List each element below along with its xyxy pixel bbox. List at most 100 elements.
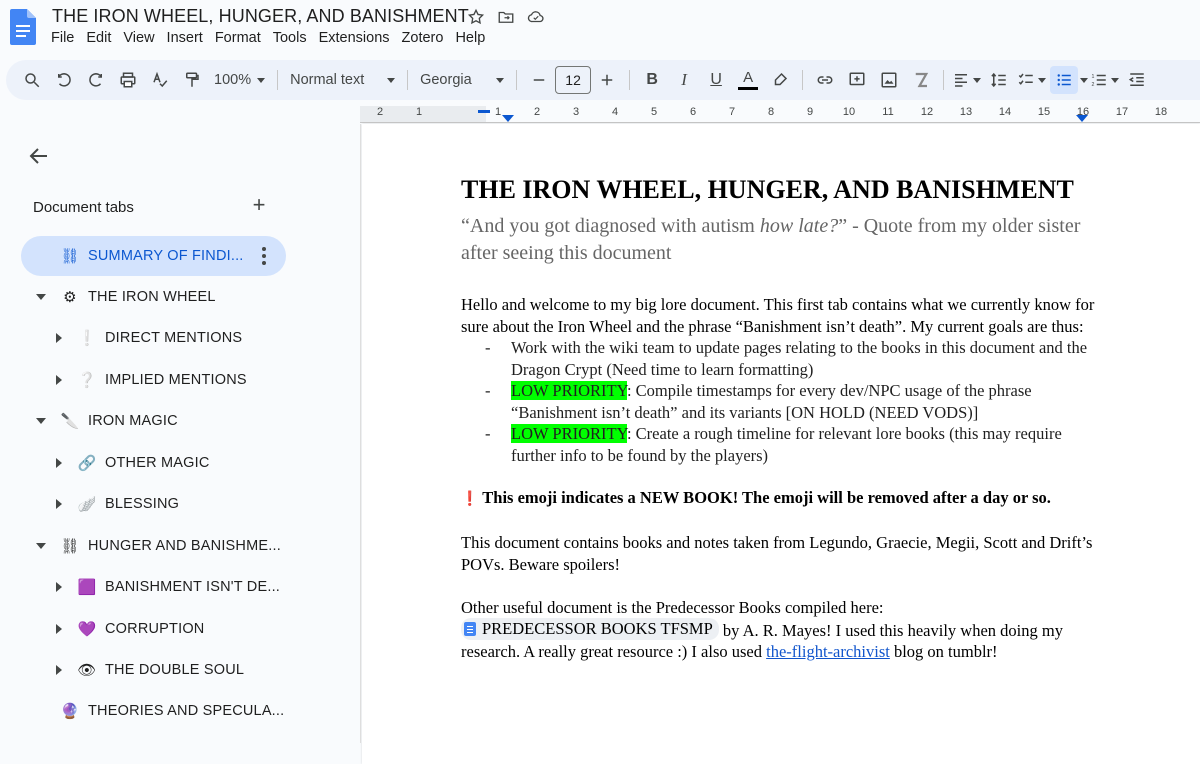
ruler-label: 6 [689, 106, 697, 118]
priority-highlight: LOW PRIORITY [511, 381, 627, 400]
toolbar-divider [277, 70, 279, 90]
sidebar-tab-item[interactable]: 👁 THE DOUBLE SOUL [0, 650, 330, 690]
search-icon[interactable] [18, 66, 46, 94]
underline-icon[interactable]: U [702, 66, 730, 94]
menu-help[interactable]: Help [449, 30, 491, 46]
chevron-right-icon[interactable] [56, 333, 62, 343]
align-icon[interactable] [952, 66, 982, 94]
font-size-input[interactable]: 12 [555, 66, 592, 94]
sidebar-tab-item[interactable]: ⚙ THE IRON WHEEL [0, 277, 330, 317]
blog-link[interactable]: the-flight-archivist [766, 642, 890, 661]
bold-icon[interactable]: B [638, 66, 666, 94]
document-heading[interactable]: THE IRON WHEEL, HUNGER, AND BANISHMENT [461, 172, 1101, 207]
spellcheck-icon[interactable] [146, 66, 174, 94]
notice-text: This emoji indicates a NEW BOOK! The emo… [482, 488, 1051, 507]
back-arrow-icon[interactable] [27, 144, 51, 168]
left-indent-handle[interactable] [502, 115, 514, 123]
redo-icon[interactable] [82, 66, 110, 94]
font-dropdown[interactable]: Georgia [414, 72, 510, 88]
smart-chip-label: PREDECESSOR BOOKS TFSMP [482, 619, 713, 638]
ruler-label: 15 [1037, 106, 1051, 118]
menu-format[interactable]: Format [209, 30, 267, 46]
sidebar-tab-item[interactable]: ⛓ SUMMARY OF FINDI... [21, 236, 286, 276]
sidebar-tab-item[interactable]: 🔮 THEORIES AND SPECULA... [0, 691, 330, 731]
print-icon[interactable] [114, 66, 142, 94]
chevron-down-icon[interactable] [36, 418, 46, 424]
menu-view[interactable]: View [117, 30, 160, 46]
menu-tools[interactable]: Tools [267, 30, 313, 46]
subtitle-text: “And you got diagnosed with autism [461, 215, 760, 237]
document-page[interactable]: THE IRON WHEEL, HUNGER, AND BANISHMENT “… [362, 124, 1200, 764]
undo-icon[interactable] [50, 66, 78, 94]
zoom-dropdown[interactable]: 100% [208, 72, 271, 88]
sidebar-tab-label: DIRECT MENTIONS [105, 330, 243, 346]
new-book-notice[interactable]: ❗ This emoji indicates a NEW BOOK! The e… [461, 487, 1101, 511]
list-item[interactable]: LOW PRIORITY: Compile timestamps for eve… [485, 380, 1101, 423]
chevron-down-icon[interactable] [36, 294, 46, 300]
document-body[interactable]: THE IRON WHEEL, HUNGER, AND BANISHMENT “… [461, 172, 1101, 663]
sidebar-tab-item[interactable]: ❕ DIRECT MENTIONS [0, 318, 330, 358]
comment-icon[interactable] [843, 66, 871, 94]
intro-paragraph[interactable]: Hello and welcome to my big lore documen… [461, 294, 1101, 337]
chevron-down-icon[interactable] [36, 543, 46, 549]
menu-extensions[interactable]: Extensions [313, 30, 396, 46]
link-icon[interactable] [811, 66, 839, 94]
tab-emoji-icon: ⚙ [63, 289, 77, 306]
document-subtitle[interactable]: “And you got diagnosed with autism how l… [461, 213, 1101, 267]
tab-emoji-icon: ⛓ [60, 248, 80, 265]
first-line-indent-handle[interactable] [478, 110, 492, 120]
chevron-right-icon[interactable] [56, 458, 62, 468]
povs-paragraph[interactable]: This document contains books and notes t… [461, 532, 1101, 575]
chevron-right-icon[interactable] [56, 375, 62, 385]
paragraph-style-value: Normal text [290, 72, 365, 88]
more-options-icon[interactable] [262, 247, 266, 265]
list-item[interactable]: LOW PRIORITY: Create a rough timeline fo… [485, 423, 1101, 466]
smart-chip-document[interactable]: PREDECESSOR BOOKS TFSMP [461, 618, 719, 640]
tab-emoji-icon: 🔪 [60, 413, 80, 430]
chevron-right-icon[interactable] [56, 499, 62, 509]
highlight-icon[interactable] [766, 66, 794, 94]
text-color-icon[interactable]: A [734, 66, 762, 94]
image-icon[interactable] [875, 66, 903, 94]
sidebar-tab-item[interactable]: 💜 CORRUPTION [0, 609, 330, 649]
right-indent-handle[interactable] [1076, 115, 1088, 123]
google-docs-logo-icon[interactable] [10, 9, 36, 45]
menu-file[interactable]: File [45, 30, 80, 46]
ruler-label: 8 [767, 106, 775, 118]
decrease-font-size-button[interactable] [525, 66, 553, 94]
line-spacing-icon[interactable] [985, 66, 1013, 94]
document-title[interactable]: THE IRON WHEEL, HUNGER, AND BANISHMENT [52, 6, 469, 27]
paint-format-icon[interactable] [178, 66, 206, 94]
italic-icon[interactable]: I [670, 66, 698, 94]
sidebar-tab-item[interactable]: 🔪 IRON MAGIC [0, 401, 330, 441]
ruler[interactable]: 2 1 1 2 3 4 5 6 7 8 9 10 11 12 13 14 15 16 17 18 [360, 104, 1200, 124]
chevron-right-icon[interactable] [56, 665, 62, 675]
increase-font-size-button[interactable] [593, 66, 621, 94]
chevron-right-icon[interactable] [56, 582, 62, 592]
subtitle-emphasis: how late? [759, 215, 839, 237]
star-icon[interactable] [465, 6, 487, 28]
menu-edit[interactable]: Edit [80, 30, 117, 46]
numbered-list-icon[interactable]: 12 [1090, 66, 1120, 94]
list-item[interactable]: Work with the wiki team to update pages … [485, 337, 1101, 380]
sidebar-tab-item[interactable]: 🪽 BLESSING [0, 484, 330, 524]
menu-insert[interactable]: Insert [161, 30, 209, 46]
sidebar-tab-item[interactable]: 🟪 BANISHMENT ISN'T DE... [0, 567, 330, 607]
sidebar-tab-item[interactable]: ⛓ HUNGER AND BANISHME... [0, 526, 330, 566]
chevron-down-icon[interactable] [1080, 77, 1089, 83]
clear-format-icon[interactable] [907, 66, 935, 94]
ruler-label: 3 [572, 106, 580, 118]
cloud-saved-icon[interactable] [525, 6, 547, 28]
chevron-down-icon [496, 77, 505, 83]
menu-zotero[interactable]: Zotero [396, 30, 450, 46]
sidebar-tab-item[interactable]: ❔ IMPLIED MENTIONS [0, 360, 330, 400]
add-tab-button[interactable]: + [249, 194, 269, 216]
bulleted-list-icon[interactable] [1050, 66, 1079, 94]
resources-paragraph[interactable]: Other useful document is the Predecessor… [461, 597, 1101, 663]
chevron-right-icon[interactable] [56, 624, 62, 634]
sidebar-tab-item[interactable]: 🔗 OTHER MAGIC [0, 443, 330, 483]
paragraph-style-dropdown[interactable]: Normal text [284, 72, 401, 88]
move-folder-icon[interactable] [495, 6, 517, 28]
checklist-icon[interactable] [1017, 66, 1047, 94]
decrease-indent-icon[interactable] [1123, 66, 1151, 94]
